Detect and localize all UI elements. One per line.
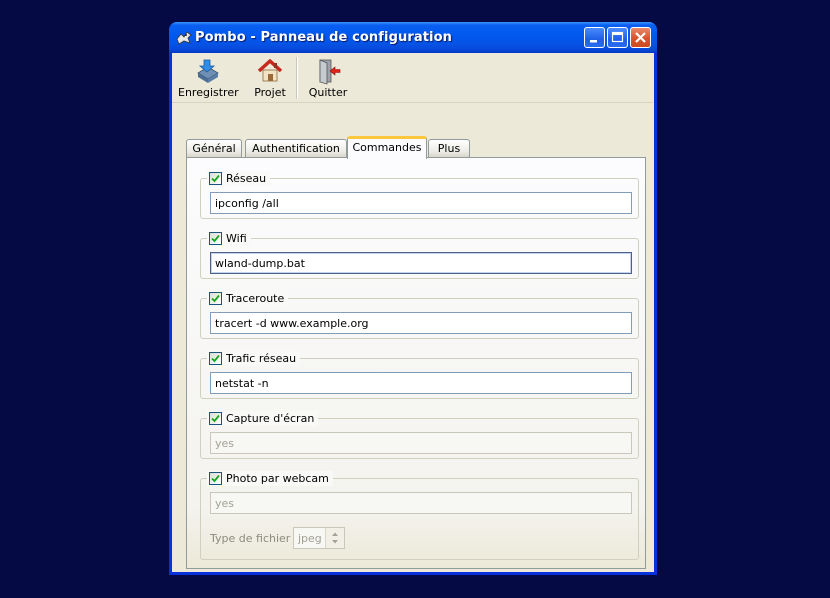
exit-door-icon — [319, 59, 341, 85]
group-capture: Capture d'écran yes — [200, 411, 639, 459]
minimize-icon — [590, 40, 597, 43]
tab-general[interactable]: Général — [186, 139, 242, 157]
up-down-arrows-icon — [332, 532, 338, 544]
wifi-label: Wifi — [226, 232, 247, 245]
checkmark-icon — [211, 294, 220, 303]
traceroute-label: Traceroute — [226, 292, 285, 305]
project-button[interactable]: Projet — [248, 55, 292, 101]
commands-panel: Réseau ipconfig /all Wifi wland-dump.bat — [186, 157, 646, 569]
home-icon — [257, 59, 283, 82]
webcam-label: Photo par webcam — [226, 472, 329, 485]
toolbar-separator — [296, 57, 298, 99]
quit-label: Quitter — [308, 86, 348, 99]
checkmark-icon — [211, 234, 220, 243]
maximize-icon — [611, 31, 624, 43]
group-header: Trafic réseau — [207, 351, 301, 366]
checkmark-icon — [211, 354, 220, 363]
config-window: Pombo - Panneau de configuration Enregis… — [169, 22, 657, 575]
pigeon-icon — [176, 31, 192, 45]
wifi-checkbox[interactable] — [209, 232, 222, 245]
group-header: Réseau — [207, 171, 271, 186]
group-header: Traceroute — [207, 291, 289, 306]
group-wifi: Wifi wland-dump.bat — [200, 231, 639, 279]
tab-commandes[interactable]: Commandes — [347, 136, 427, 159]
group-traceroute: Traceroute tracert -d www.example.org — [200, 291, 639, 339]
checkmark-icon — [211, 414, 220, 423]
title-bar[interactable]: Pombo - Panneau de configuration — [169, 22, 657, 53]
reseau-checkbox[interactable] — [209, 172, 222, 185]
spinner-arrows — [325, 528, 344, 548]
tab-authentification[interactable]: Authentification — [245, 139, 347, 157]
group-reseau: Réseau ipconfig /all — [200, 171, 639, 219]
reseau-label: Réseau — [226, 172, 267, 185]
group-header: Photo par webcam — [207, 471, 333, 486]
group-trafic: Trafic réseau netstat -n — [200, 351, 639, 399]
close-button[interactable] — [630, 27, 651, 48]
traceroute-command-input[interactable]: tracert -d www.example.org — [210, 312, 632, 334]
file-type-label: Type de fichier : — [210, 532, 298, 545]
maximize-button[interactable] — [607, 27, 628, 48]
capture-label: Capture d'écran — [226, 412, 315, 425]
group-header: Wifi — [207, 231, 251, 246]
tab-plus[interactable]: Plus — [428, 139, 470, 157]
quit-button[interactable]: Quitter — [306, 55, 350, 101]
close-icon — [635, 32, 646, 43]
group-webcam: Photo par webcam yes Type de fichier : j… — [200, 471, 639, 560]
checkmark-icon — [211, 474, 220, 483]
group-header: Capture d'écran — [207, 411, 319, 426]
reseau-command-input[interactable]: ipconfig /all — [210, 192, 632, 214]
save-label: Enregistrer — [178, 86, 239, 99]
file-type-spinner: jpeg — [293, 527, 345, 549]
wifi-command-input[interactable]: wland-dump.bat — [210, 252, 632, 274]
capture-checkbox[interactable] — [209, 412, 222, 425]
capture-value-input: yes — [210, 432, 632, 454]
window-title: Pombo - Panneau de configuration — [195, 30, 452, 45]
toolbar: Enregistrer Projet Quitter — [172, 53, 654, 103]
trafic-label: Trafic réseau — [226, 352, 297, 365]
window-client: Enregistrer Projet Quitter Général Authe… — [172, 53, 654, 572]
webcam-value-input: yes — [210, 492, 632, 514]
minimize-button[interactable] — [584, 27, 605, 48]
checkmark-icon — [211, 174, 220, 183]
traceroute-checkbox[interactable] — [209, 292, 222, 305]
webcam-checkbox[interactable] — [209, 472, 222, 485]
trafic-command-input[interactable]: netstat -n — [210, 372, 632, 394]
file-type-value: jpeg — [298, 532, 322, 545]
trafic-checkbox[interactable] — [209, 352, 222, 365]
project-label: Projet — [254, 86, 286, 99]
save-button[interactable]: Enregistrer — [178, 55, 239, 101]
save-icon — [197, 59, 219, 83]
